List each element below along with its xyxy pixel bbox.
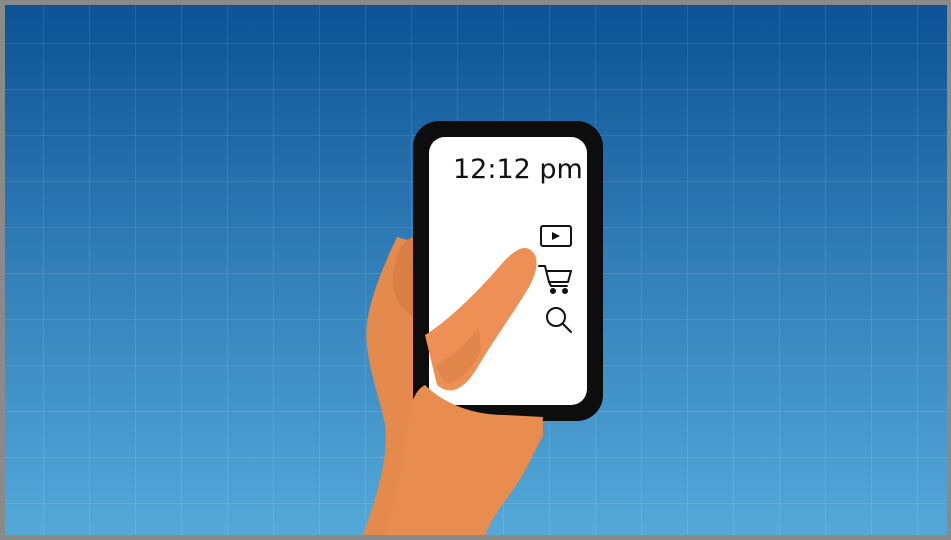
- phone-in-hand-scene: 12:12 pm: [363, 121, 603, 535]
- illustration-frame: 12:12 pm: [0, 0, 951, 540]
- phone-clock-text: 12:12 pm: [453, 154, 583, 185]
